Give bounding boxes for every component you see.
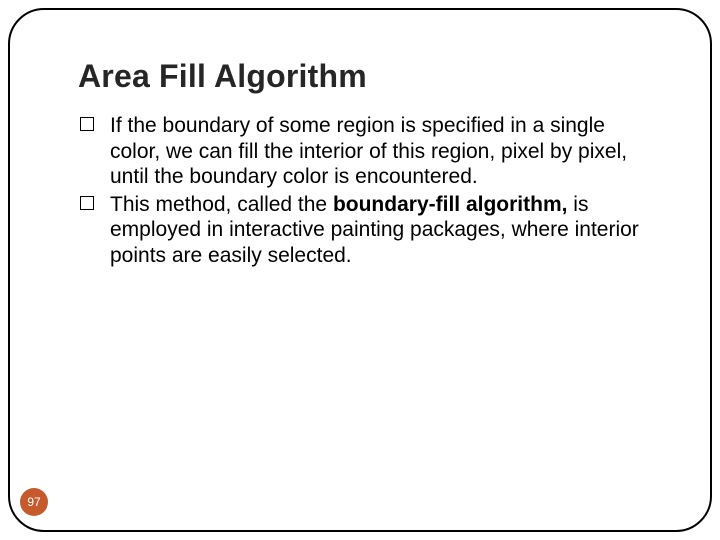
page-number: 97 (27, 495, 40, 509)
square-bullet-icon (80, 117, 94, 131)
paragraph: If the boundary of some region is specif… (78, 113, 660, 190)
slide-title: Area Fill Algorithm (78, 58, 660, 95)
slide: Area Fill Algorithm If the boundary of s… (0, 0, 720, 540)
paragraph-text: If the boundary of some region is specif… (110, 114, 627, 188)
slide-content: Area Fill Algorithm If the boundary of s… (78, 58, 660, 271)
paragraph-text-bold: boundary-fill algorithm, (333, 193, 568, 216)
square-bullet-icon (80, 196, 94, 210)
paragraph: This method, called the boundary-fill al… (78, 192, 660, 269)
page-number-badge: 97 (20, 488, 48, 516)
slide-body: If the boundary of some region is specif… (78, 113, 660, 269)
paragraph-text-lead: This method, called the (110, 193, 333, 216)
